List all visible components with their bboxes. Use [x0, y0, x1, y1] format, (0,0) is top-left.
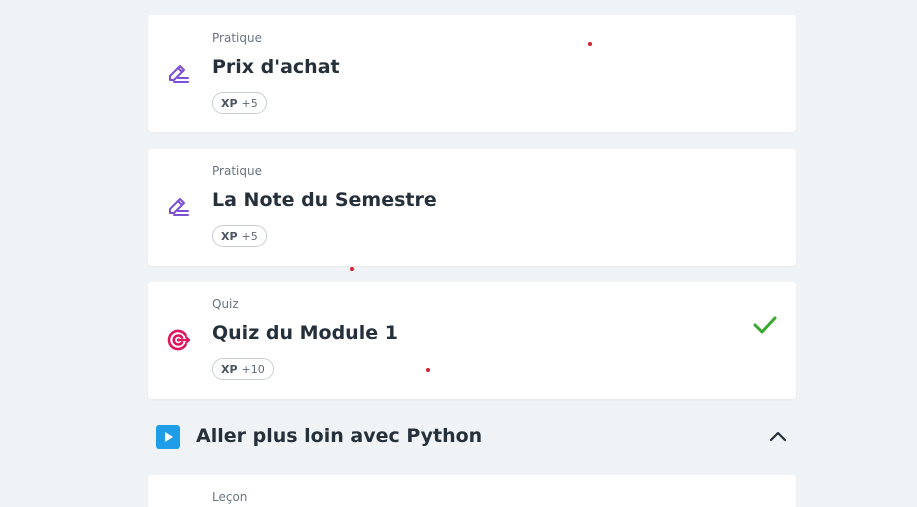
xp-badge: XP +5 — [212, 225, 267, 247]
xp-badge: XP +5 — [212, 92, 267, 114]
marker-dot — [350, 267, 354, 271]
marker-dot — [588, 42, 592, 46]
lesson-card-la-note-du-semestre[interactable]: Pratique La Note du Semestre XP +5 — [148, 149, 796, 266]
xp-value: +5 — [241, 96, 258, 110]
page: Pratique Prix d'achat XP +5 Pratique La … — [0, 0, 917, 507]
xp-value: +10 — [241, 362, 265, 376]
check-icon — [752, 312, 778, 338]
xp-label: XP — [221, 362, 238, 376]
xp-value: +5 — [241, 229, 258, 243]
lesson-type: Pratique — [212, 164, 262, 178]
lesson-type: Leçon — [212, 490, 248, 504]
lesson-card-next[interactable]: Leçon — [148, 475, 796, 507]
lesson-title: Quiz du Module 1 — [212, 322, 398, 344]
play-icon — [156, 425, 180, 449]
marker-dot — [426, 368, 430, 372]
pencil-lines-icon — [166, 61, 192, 87]
section-title: Aller plus loin avec Python — [196, 425, 483, 447]
section-header-aller-plus-loin[interactable]: Aller plus loin avec Python — [148, 414, 796, 460]
lesson-type: Quiz — [212, 297, 239, 311]
lesson-type: Pratique — [212, 31, 262, 45]
lesson-title: Prix d'achat — [212, 56, 340, 78]
lesson-card-prix-dachat[interactable]: Pratique Prix d'achat XP +5 — [148, 15, 796, 132]
lesson-card-quiz-du-module-1[interactable]: Quiz Quiz du Module 1 XP +10 — [148, 282, 796, 399]
xp-label: XP — [221, 96, 238, 110]
lesson-title: La Note du Semestre — [212, 189, 437, 211]
chevron-up-icon[interactable] — [768, 427, 788, 447]
xp-badge: XP +10 — [212, 358, 274, 380]
xp-label: XP — [221, 229, 238, 243]
pencil-lines-icon — [166, 194, 192, 220]
target-icon — [166, 327, 192, 353]
